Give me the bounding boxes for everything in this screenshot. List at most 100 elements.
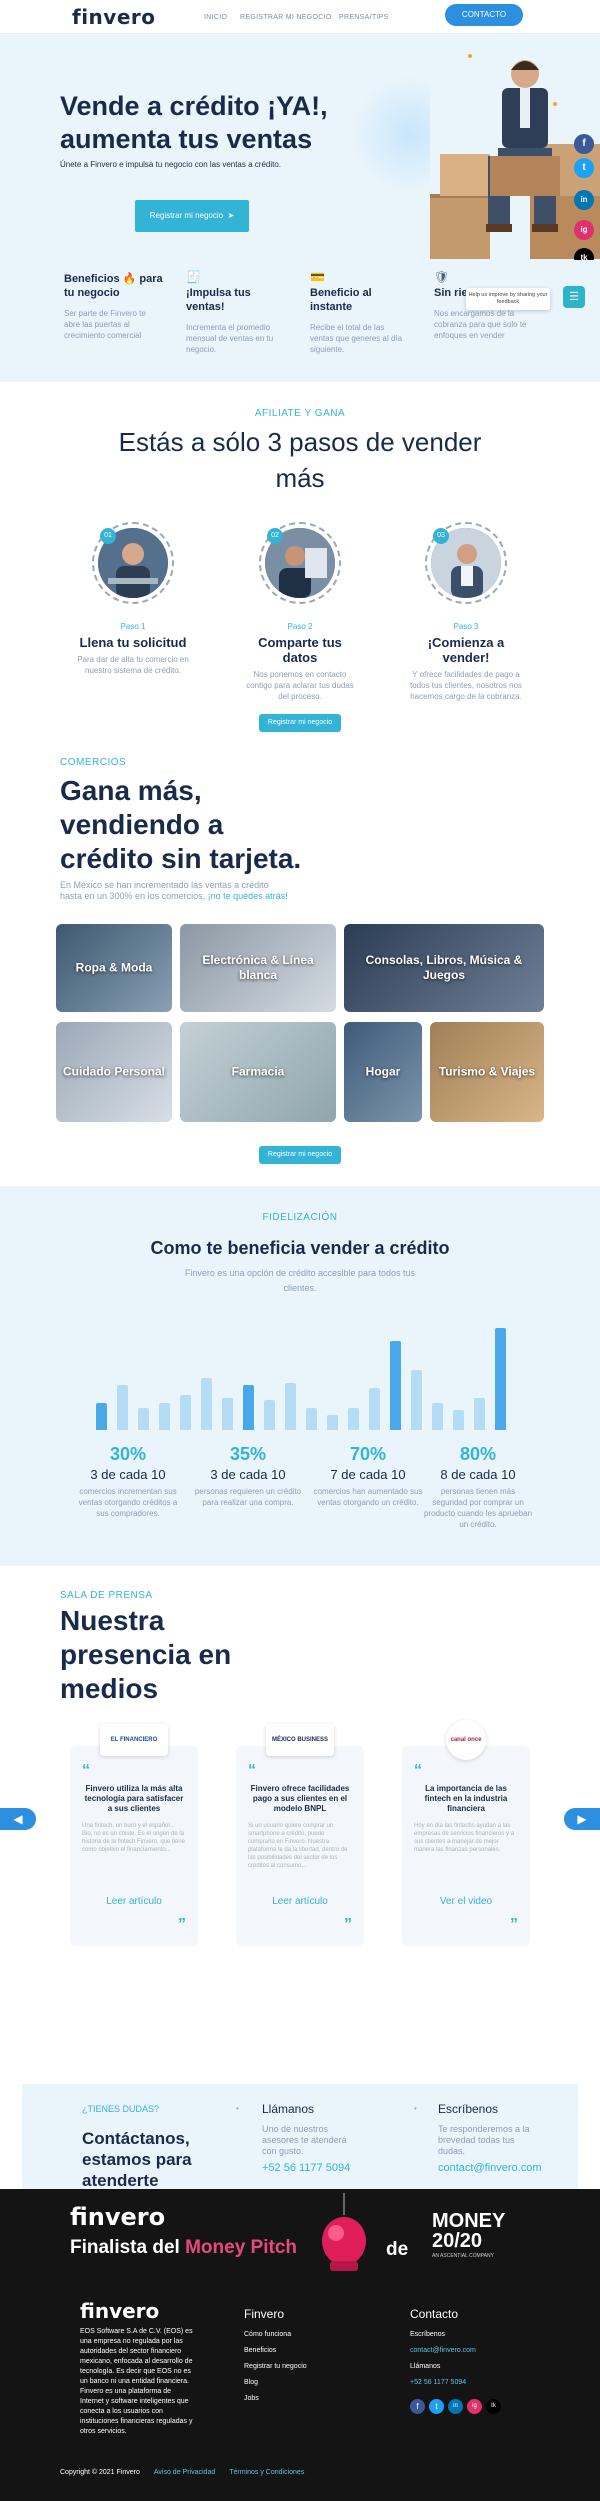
hero-register-button[interactable]: Registrar mi negocio ➤ xyxy=(135,200,249,232)
bar-graphic-bar xyxy=(306,1407,317,1430)
category-tile-consolas[interactable]: Consolas, Libros, Música & Juegos xyxy=(344,924,544,1012)
category-label: Farmacia xyxy=(231,1064,285,1079)
press-card-title: La importancia de las fintech en la indu… xyxy=(424,1784,508,1813)
phone-link[interactable]: +52 56 1177 5094 xyxy=(262,2162,350,2174)
footer-link[interactable]: Cómo funciona xyxy=(244,2327,307,2343)
benefit-item: 💳 Beneficio al instante Recibe el total … xyxy=(310,270,410,355)
call-title: Llámanos xyxy=(262,2102,315,2116)
press-card-link[interactable]: Leer artículo xyxy=(236,1896,364,1907)
benefit-title: Beneficio al instante xyxy=(310,287,372,313)
step-number: 03 xyxy=(433,528,449,544)
category-tile-hogar[interactable]: Hogar xyxy=(344,1022,422,1122)
receipt-icon: 🧾 xyxy=(186,270,201,284)
step-label: Paso 3 xyxy=(453,622,479,631)
bar-graphic-bar xyxy=(285,1382,296,1430)
money2020-logo: MONEY 20/20 xyxy=(432,2210,505,2252)
stat-item: 70% 7 de cada 10 comercios han aumentado… xyxy=(313,1444,423,1508)
nav-link-registrar[interactable]: REGISTRAR MI NEGOCIO xyxy=(240,14,332,21)
bullet-icon: • xyxy=(414,2104,417,2113)
quote-close-icon: ” xyxy=(178,1916,186,1933)
bar-graphic-bar xyxy=(243,1385,254,1430)
twitter-icon[interactable]: t xyxy=(574,158,594,178)
nav-link-inicio[interactable]: INICIO xyxy=(204,14,227,21)
stat-percent: 70% xyxy=(349,1444,387,1464)
linkedin-icon[interactable]: in xyxy=(448,2399,463,2414)
press-card-title: Finvero ofrece facilidades pago a sus cl… xyxy=(250,1784,350,1813)
comercios-register-button[interactable]: Registrar mi negocio xyxy=(259,1146,341,1164)
bullet-icon: • xyxy=(236,2104,239,2113)
category-label: Turismo & Viajes xyxy=(438,1064,536,1079)
facebook-icon[interactable]: f xyxy=(410,2399,425,2414)
card-icon: 💳 xyxy=(310,270,325,284)
contact-button[interactable]: CONTACTO xyxy=(445,4,523,26)
finvero-logo[interactable]: finvero xyxy=(72,5,156,29)
press-logo: MÉXICO BUSINESS xyxy=(266,1724,334,1756)
prensa-title: Nuestra presencia en medios xyxy=(60,1605,232,1704)
footer-col-title: Finvero xyxy=(244,2307,285,2321)
carousel-next-button[interactable]: ▶ xyxy=(564,1808,600,1830)
step-number: 01 xyxy=(100,528,116,544)
tiktok-icon[interactable]: tk xyxy=(486,2399,501,2414)
footer-email-link[interactable]: contact@finvero.com xyxy=(410,2343,501,2359)
bar-graphic-bar xyxy=(474,1397,485,1430)
category-tile-farmacia[interactable]: Farmacia xyxy=(180,1022,336,1122)
quote-open-icon: “ xyxy=(82,1762,90,1779)
footer-link[interactable]: Beneficios xyxy=(244,2343,307,2359)
press-card-link[interactable]: Ver el video xyxy=(402,1896,530,1907)
step-photo-frame: 01 xyxy=(92,522,174,604)
arrow-left-icon: ◀ xyxy=(13,1812,23,1826)
category-label: Hogar xyxy=(365,1064,401,1079)
call-text: Uno de nuestros asesores te atenderá con… xyxy=(262,2124,347,2156)
feedback-chat-icon[interactable]: ☰ xyxy=(563,286,585,308)
press-logo: canal once xyxy=(446,1720,486,1760)
nav-link-prensa[interactable]: PRENSA/TIPS xyxy=(339,14,389,21)
footer-logo[interactable]: finvero xyxy=(80,2299,159,2323)
bar-graphic-bar xyxy=(369,1387,380,1430)
footer-link[interactable]: Blog xyxy=(244,2375,307,2391)
footer-col-title: Contacto xyxy=(410,2307,459,2321)
footer-about: EOS Software S.A de C.V. (EOS) es una em… xyxy=(80,2328,193,2435)
step-text: Para dar de alta tu comercio en nuestro … xyxy=(77,655,189,675)
carousel-prev-button[interactable]: ◀ xyxy=(0,1808,36,1830)
steps-register-button[interactable]: Registrar mi negocio xyxy=(259,714,341,732)
step-card: 02 Paso 2 Comparte tus datos Nos ponemos… xyxy=(240,522,360,702)
category-tile-cuidado[interactable]: Cuidado Personal xyxy=(56,1022,172,1122)
category-label: Cuidado Personal xyxy=(62,1064,166,1079)
hero-subtitle: Únete a Finvero e impulsa tu negocio con… xyxy=(60,160,282,169)
category-tile-turismo[interactable]: Turismo & Viajes xyxy=(430,1022,544,1122)
bar-graphic-bar xyxy=(117,1385,128,1430)
stat-percent: 35% xyxy=(229,1444,267,1464)
footer-link[interactable]: Registrar tu negocio xyxy=(244,2359,307,2375)
press-card-link[interactable]: Leer artículo xyxy=(70,1896,198,1907)
steps-title: Estás a sólo 3 pasos de vender más xyxy=(118,427,482,493)
facebook-icon[interactable]: f xyxy=(574,134,594,154)
steps-kicker: AFILIATE Y GANA xyxy=(254,408,346,419)
quote-open-icon: “ xyxy=(248,1762,256,1779)
email-link[interactable]: contact@finvero.com xyxy=(438,2162,542,2174)
stat-ratio: 8 de cada 10 xyxy=(440,1467,516,1482)
comercios-text-link[interactable]: ¡no te quedes atrás! xyxy=(208,891,288,901)
quote-open-icon: “ xyxy=(414,1762,422,1779)
twitter-icon[interactable]: t xyxy=(429,2399,444,2414)
linkedin-icon[interactable]: in xyxy=(574,190,594,210)
press-card: canal once “ La importancia de las finte… xyxy=(402,1720,530,1946)
comercios-kicker: COMERCIOS xyxy=(60,757,127,768)
instagram-icon[interactable]: ig xyxy=(467,2399,482,2414)
footer-phone-link[interactable]: +52 56 1177 5094 xyxy=(410,2375,501,2391)
contact-title: Contáctanos, estamos para atenderte xyxy=(82,2129,192,2190)
stat-text: comercios incrementan sus ventas otorgan… xyxy=(78,1487,178,1518)
bar-graphic-bar xyxy=(201,1377,212,1430)
instagram-icon[interactable]: ig xyxy=(574,220,594,240)
category-label: Consolas, Libros, Música & Juegos xyxy=(365,953,523,982)
benefit-text: Recibe el total de las ventas que genere… xyxy=(310,323,403,354)
terms-link[interactable]: Términos y Condiciones xyxy=(229,2469,304,2476)
shield-icon: 🛡 xyxy=(434,270,450,284)
privacy-link[interactable]: Aviso de Privacidad xyxy=(154,2469,215,2476)
stat-text: personas tienen más seguridad por compra… xyxy=(423,1487,533,1529)
bar-graphic-bar xyxy=(327,1415,338,1430)
footer-link[interactable]: Jobs xyxy=(244,2391,307,2407)
category-tile-ropa[interactable]: Ropa & Moda xyxy=(56,924,172,1012)
step-title: ¡Comienza a vender! xyxy=(427,635,505,665)
fidelizacion-kicker: FIDELIZACIÓN xyxy=(262,1212,338,1223)
category-tile-electronica[interactable]: Electrónica & Línea blanca xyxy=(180,924,336,1012)
